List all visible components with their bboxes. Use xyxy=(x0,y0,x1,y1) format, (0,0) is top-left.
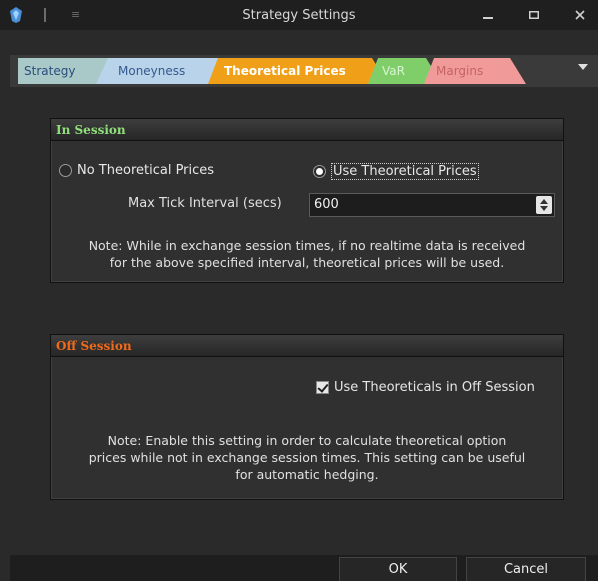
use-theoretical-prices-label: Use Theoretical Prices xyxy=(331,163,479,180)
max-tick-interval-value: 600 xyxy=(314,197,339,212)
radio-unselected-icon xyxy=(59,164,72,177)
tick-interval-spinner[interactable] xyxy=(536,196,552,214)
title-bar[interactable]: ≡ Strategy Settings xyxy=(0,0,598,30)
close-button[interactable] xyxy=(566,4,594,26)
off-session-header: Off Session xyxy=(51,335,563,357)
in-session-header: In Session xyxy=(51,119,563,141)
minimize-icon xyxy=(483,17,493,19)
cancel-button[interactable]: Cancel xyxy=(466,557,586,581)
checkbox-checked-icon[interactable] xyxy=(316,381,329,394)
tab-margins[interactable]: Margins xyxy=(424,58,526,84)
minimize-button[interactable] xyxy=(474,4,502,26)
tab-theoretical-prices[interactable]: Theoretical Prices xyxy=(208,58,388,84)
off-session-note-line: for automatic hedging. xyxy=(235,467,379,482)
tab-overflow-dropdown-icon[interactable] xyxy=(578,64,588,70)
max-tick-interval-input[interactable]: 600 xyxy=(309,193,555,217)
max-tick-interval-label: Max Tick Interval (secs) xyxy=(128,196,282,211)
maximize-button[interactable] xyxy=(520,4,548,26)
use-theoreticals-off-session-label: Use Theoreticals in Off Session xyxy=(334,380,535,395)
use-theoreticals-off-session-checkbox[interactable]: Use Theoreticals in Off Session xyxy=(316,380,535,395)
maximize-icon xyxy=(529,11,539,19)
off-session-note-line: Note: Enable this setting in order to ca… xyxy=(107,433,507,448)
spin-up-icon[interactable] xyxy=(540,199,548,204)
in-session-note-line: Note: While in exchange session times, i… xyxy=(88,238,526,253)
ok-button[interactable]: OK xyxy=(339,557,457,581)
no-theoretical-prices-label: No Theoretical Prices xyxy=(77,163,215,178)
spin-down-icon[interactable] xyxy=(540,206,548,211)
in-session-note: Note: While in exchange session times, i… xyxy=(55,237,559,271)
window-title: Strategy Settings xyxy=(242,8,356,23)
no-theoretical-prices-radio[interactable]: No Theoretical Prices xyxy=(59,163,214,178)
off-session-note: Note: Enable this setting in order to ca… xyxy=(55,432,559,483)
close-icon xyxy=(575,10,585,20)
strategy-settings-window: ≡ Strategy Settings Strategy Moneyness T… xyxy=(0,0,598,581)
in-session-note-line: for the above specified interval, theore… xyxy=(109,255,505,270)
use-theoretical-prices-radio[interactable]: Use Theoretical Prices xyxy=(313,163,479,180)
off-session-note-line: prices while not in exchange session tim… xyxy=(88,450,526,465)
radio-selected-icon xyxy=(313,165,326,178)
